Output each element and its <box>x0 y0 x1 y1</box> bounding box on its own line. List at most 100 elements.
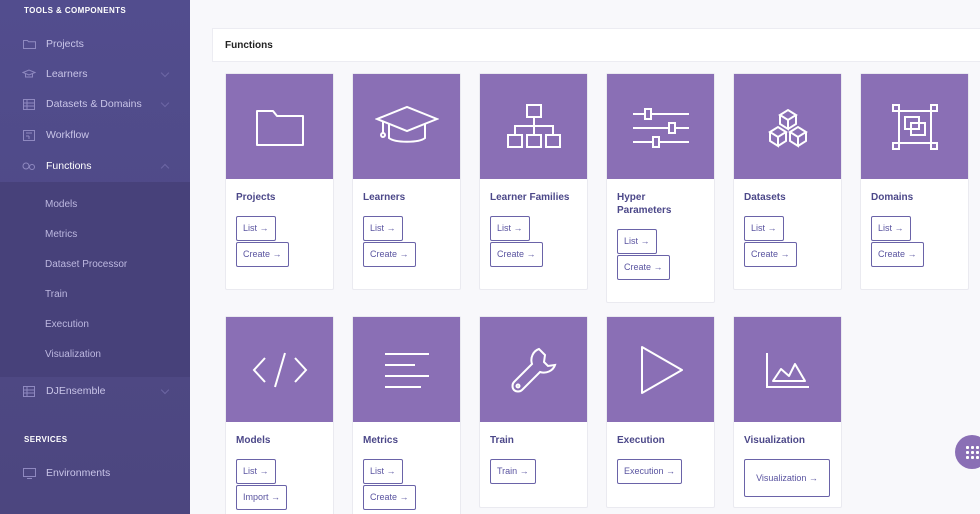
card-title: Models <box>236 435 271 446</box>
table-icon <box>22 98 36 110</box>
card-models: Models List → Import → <box>225 316 334 514</box>
play-icon <box>640 345 683 394</box>
create-button[interactable]: Create → <box>744 242 797 267</box>
graduation-cap-icon <box>22 68 36 80</box>
card-banner <box>353 74 460 179</box>
sidebar-item-learners[interactable]: Learners <box>0 59 190 89</box>
card-learners: Learners List → Create → <box>352 73 461 290</box>
wrench-icon <box>511 347 556 392</box>
card-title: Learners <box>363 192 406 203</box>
card-title: Domains <box>871 192 914 203</box>
folder-icon <box>22 38 36 50</box>
card-banner <box>861 74 968 179</box>
card-title: Projects <box>236 192 276 203</box>
card-banner <box>480 317 587 422</box>
list-button[interactable]: List → <box>236 216 276 241</box>
sidebar-item-functions[interactable]: Functions <box>0 151 190 181</box>
chevron-up-icon <box>160 163 170 173</box>
list-button[interactable]: List → <box>490 216 530 241</box>
sidebar-item-datasets-domains[interactable]: Datasets & Domains <box>0 89 190 119</box>
sliders-icon <box>632 107 689 148</box>
sidebar-item-label: Workflow <box>46 129 89 141</box>
card-banner <box>734 317 841 422</box>
card-title: Execution <box>617 435 665 446</box>
sidebar-item-label: Datasets & Domains <box>46 98 142 110</box>
create-button[interactable]: Create → <box>617 255 670 280</box>
visualization-button[interactable]: Visualization → <box>744 459 830 497</box>
card-hyper-parameters: Hyper Parameters List → Create → <box>606 73 715 303</box>
panel-title: Functions <box>212 28 980 62</box>
lines-icon <box>384 352 429 388</box>
cubes-icon <box>767 108 808 148</box>
table-icon <box>22 385 36 397</box>
card-execution: Execution Execution → <box>606 316 715 508</box>
top-bar <box>190 0 980 28</box>
card-title: Metrics <box>363 435 399 446</box>
card-metrics: Metrics List → Create → <box>352 316 461 514</box>
chevron-down-icon <box>160 68 170 78</box>
sidebar-item-workflow[interactable]: Workflow <box>0 120 190 150</box>
sidebar: TOOLS & COMPONENTS Projects Learners Dat… <box>0 0 190 514</box>
folder-icon <box>255 109 304 146</box>
sidebar-subitem-metrics[interactable]: Metrics <box>0 219 190 249</box>
sidebar-item-environments[interactable]: Environments <box>0 458 190 488</box>
grid-icon <box>965 445 979 459</box>
card-train: Train Train → <box>479 316 588 508</box>
graduation-cap-icon <box>374 105 439 143</box>
domain-icon <box>891 103 938 150</box>
list-button[interactable]: List → <box>744 216 784 241</box>
sidebar-subitem-execution[interactable]: Execution <box>0 309 190 339</box>
create-button[interactable]: Create → <box>490 242 543 267</box>
sidebar-item-label: Projects <box>46 38 84 50</box>
card-banner <box>607 317 714 422</box>
sidebar-item-djensemble[interactable]: DJEnsemble <box>0 376 190 406</box>
card-banner <box>353 317 460 422</box>
card-banner <box>480 74 587 179</box>
card-datasets: Datasets List → Create → <box>733 73 842 290</box>
workflow-icon <box>22 129 36 141</box>
list-button[interactable]: List → <box>871 216 911 241</box>
card-banner <box>734 74 841 179</box>
apps-grid-button[interactable] <box>955 435 980 469</box>
sidebar-subitem-models[interactable]: Models <box>0 189 190 219</box>
sidebar-subitem-dataset-processor[interactable]: Dataset Processor <box>0 249 190 279</box>
sidebar-item-projects[interactable]: Projects <box>0 29 190 59</box>
chevron-down-icon <box>160 385 170 395</box>
create-button[interactable]: Create → <box>363 485 416 510</box>
card-domains: Domains List → Create → <box>860 73 969 290</box>
sidebar-item-label: Learners <box>46 68 88 80</box>
chevron-down-icon <box>160 98 170 108</box>
sidebar-item-label: Functions <box>46 160 92 172</box>
card-banner <box>607 74 714 179</box>
section-title-services: SERVICES <box>24 435 68 444</box>
card-title: Hyper Parameters <box>617 192 672 216</box>
section-title-tools: TOOLS & COMPONENTS <box>24 6 127 15</box>
sidebar-subitem-visualization[interactable]: Visualization <box>0 339 190 369</box>
list-button[interactable]: List → <box>617 229 657 254</box>
train-button[interactable]: Train → <box>490 459 536 484</box>
hierarchy-icon <box>506 103 561 148</box>
list-button[interactable]: List → <box>363 216 403 241</box>
card-visualization: Visualization Visualization → <box>733 316 842 508</box>
card-title: Train <box>490 435 514 446</box>
create-button[interactable]: Create → <box>236 242 289 267</box>
functions-icon <box>22 160 36 172</box>
code-icon <box>252 352 307 387</box>
sidebar-item-label: DJEnsemble <box>46 385 106 397</box>
card-banner <box>226 74 333 179</box>
list-button[interactable]: List → <box>236 459 276 484</box>
create-button[interactable]: Create → <box>363 242 416 267</box>
area-chart-icon <box>765 352 809 388</box>
list-button[interactable]: List → <box>363 459 403 484</box>
sidebar-subitem-train[interactable]: Train <box>0 279 190 309</box>
card-title: Learner Families <box>490 192 570 203</box>
card-banner <box>226 317 333 422</box>
card-projects: Projects List → Create → <box>225 73 334 290</box>
create-button[interactable]: Create → <box>871 242 924 267</box>
monitor-icon <box>22 467 36 479</box>
execution-button[interactable]: Execution → <box>617 459 683 484</box>
card-learner-families: Learner Families List → Create → <box>479 73 588 290</box>
import-button[interactable]: Import → <box>236 485 288 510</box>
card-title: Datasets <box>744 192 786 203</box>
card-title: Visualization <box>744 435 805 446</box>
